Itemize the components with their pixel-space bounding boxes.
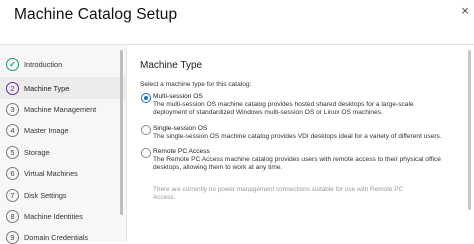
- main-content: Machine Type Select a machine type for t…: [127, 45, 474, 242]
- step-label: Machine Management: [24, 104, 97, 114]
- step-label: Domain Credentials: [24, 232, 89, 242]
- step-number: 5: [6, 145, 19, 159]
- option-name: Single-session OS: [153, 125, 208, 132]
- section-title: Machine Type: [140, 60, 203, 71]
- radio-selected-icon[interactable]: [141, 93, 151, 103]
- radio-unselected-icon[interactable]: [141, 125, 151, 135]
- step-number: 7: [6, 188, 19, 202]
- main-scrollbar[interactable]: [468, 50, 471, 210]
- step-label: Machine Identities: [24, 211, 83, 221]
- remote-pc-note: There are currently no power management …: [153, 186, 413, 202]
- option-description: The Remote PC Access machine catalog pro…: [153, 156, 463, 172]
- step-number: 3: [6, 102, 19, 116]
- step-machine-type[interactable]: 2 Machine Type: [6, 81, 69, 95]
- step-number: 8: [6, 209, 19, 223]
- step-number: 4: [6, 123, 19, 137]
- note-line: There are currently no power management …: [153, 186, 404, 193]
- step-introduction[interactable]: ✓ Introduction: [6, 57, 62, 71]
- machine-catalog-setup-window: Machine Catalog Setup × ✓ Introduction 2…: [0, 0, 474, 244]
- step-label: Introduction: [24, 59, 63, 69]
- wizard-steps-sidebar: ✓ Introduction 2 Machine Type 3 Machine …: [0, 45, 127, 244]
- step-number: 6: [6, 166, 19, 180]
- close-icon[interactable]: ×: [456, 2, 474, 20]
- step-machine-identities[interactable]: 8 Machine Identities: [6, 209, 83, 223]
- step-label: Virtual Machines: [24, 168, 78, 178]
- option-description: The multi-session OS machine catalog pro…: [153, 101, 463, 117]
- option-description: The single-session OS machine catalog pr…: [153, 133, 463, 141]
- sidebar-scrollbar[interactable]: [120, 50, 123, 215]
- step-master-image[interactable]: 4 Master Image: [6, 123, 69, 137]
- window-title: Machine Catalog Setup: [14, 6, 178, 23]
- step-label: Master Image: [24, 125, 69, 135]
- step-label: Machine Type: [24, 83, 70, 93]
- desc-line: desktops, allowing them to work at any t…: [153, 164, 283, 172]
- checkmark-icon: ✓: [6, 57, 19, 71]
- step-storage[interactable]: 5 Storage: [6, 145, 50, 159]
- option-name: Remote PC Access: [153, 148, 210, 155]
- step-machine-management[interactable]: 3 Machine Management: [6, 102, 96, 116]
- option-name: Multi-session OS: [153, 93, 203, 100]
- note-line: Access.: [153, 194, 176, 202]
- desc-line: The single-session OS machine catalog pr…: [153, 133, 442, 140]
- step-disk-settings[interactable]: 7 Disk Settings: [6, 188, 67, 202]
- step-label: Disk Settings: [24, 190, 67, 200]
- step-label: Storage: [24, 147, 50, 157]
- machine-type-prompt: Select a machine type for this catalog:: [140, 81, 252, 88]
- radio-unselected-icon[interactable]: [141, 148, 151, 158]
- step-number: 2: [6, 81, 19, 95]
- desc-line: The multi-session OS machine catalog pro…: [153, 101, 414, 108]
- desc-line: The Remote PC Access machine catalog pro…: [153, 156, 441, 163]
- step-virtual-machines[interactable]: 6 Virtual Machines: [6, 166, 78, 180]
- desc-line: deployment of standardized Windows multi…: [153, 109, 383, 117]
